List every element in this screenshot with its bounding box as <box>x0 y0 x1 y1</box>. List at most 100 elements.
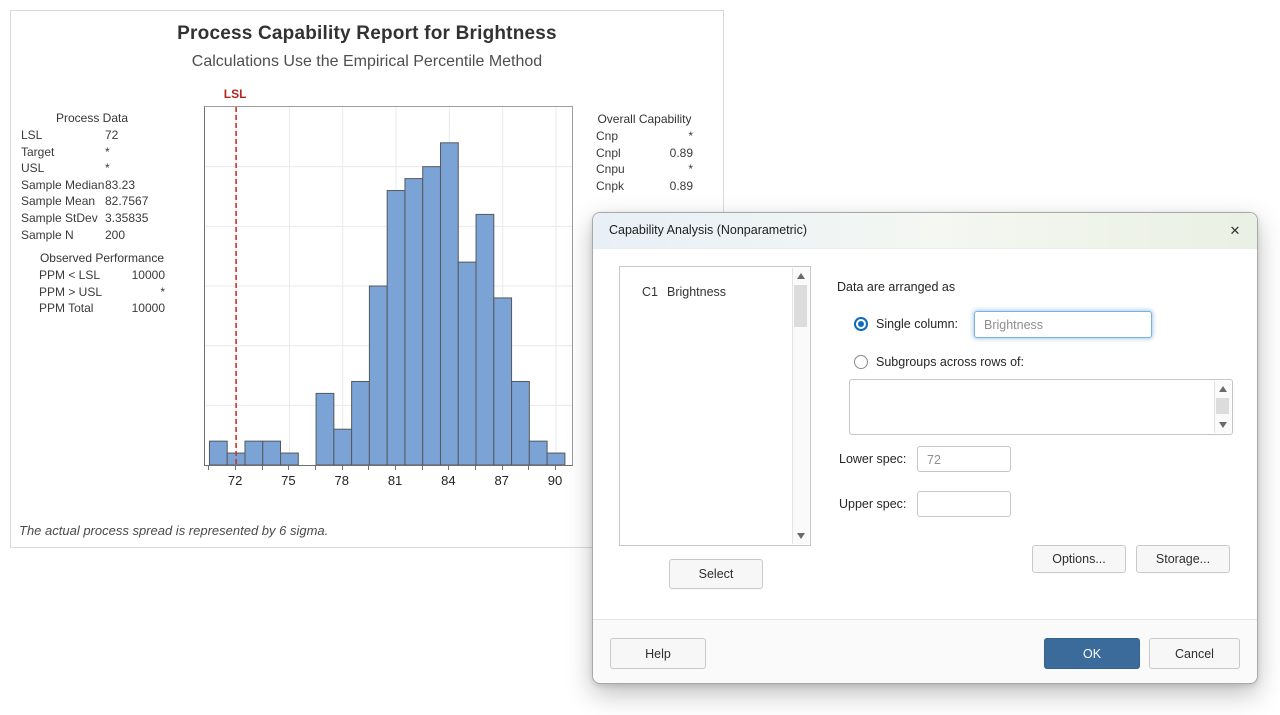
x-tick <box>555 465 556 470</box>
stat-value: 200 <box>105 227 163 244</box>
dialog-footer: Help OK Cancel <box>593 619 1257 683</box>
stat-label: Sample N <box>21 227 105 244</box>
stat-label: Sample Median <box>21 177 105 194</box>
select-button[interactable]: Select <box>669 559 763 589</box>
close-icon[interactable]: ✕ <box>1225 221 1245 241</box>
histogram-bar <box>405 179 423 465</box>
x-tick <box>342 465 343 470</box>
single-column-radio-row[interactable]: Single column: <box>854 317 958 331</box>
stat-value: 10000 <box>100 267 165 284</box>
column-listbox[interactable]: C1Brightness <box>619 266 811 546</box>
stat-row: Cnpk0.89 <box>596 178 693 195</box>
stat-value: * <box>618 128 693 145</box>
x-tick <box>475 465 476 470</box>
help-button[interactable]: Help <box>610 638 706 669</box>
stat-value: 3.35835 <box>105 210 163 227</box>
subgroups-input[interactable] <box>849 379 1233 435</box>
stat-label: USL <box>21 160 105 177</box>
options-button[interactable]: Options... <box>1032 545 1126 573</box>
overall-capability-table: Overall Capability Cnp*Cnpl0.89Cnpu*Cnpk… <box>596 111 693 194</box>
stat-row: Sample Mean82.7567 <box>21 193 163 210</box>
stat-row: Cnpl0.89 <box>596 145 693 162</box>
x-tick-label: 78 <box>328 473 356 488</box>
stat-row: LSL72 <box>21 127 163 144</box>
stat-label: Sample Mean <box>21 193 105 210</box>
observed-performance-rows: PPM < LSL10000PPM > USL*PPM Total10000 <box>39 267 165 317</box>
single-column-label[interactable]: Single column: <box>876 317 958 331</box>
report-subtitle: Calculations Use the Empirical Percentil… <box>11 53 723 71</box>
cancel-button[interactable]: Cancel <box>1149 638 1240 669</box>
x-tick <box>448 465 449 470</box>
x-tick <box>528 465 529 470</box>
scroll-up-icon[interactable] <box>793 268 809 284</box>
histogram-bar <box>494 298 512 465</box>
stat-value: 10000 <box>93 300 165 317</box>
listbox-scrollbar[interactable] <box>792 268 809 544</box>
lower-spec-input[interactable]: 72 <box>917 446 1011 472</box>
single-column-input[interactable]: Brightness <box>974 311 1152 338</box>
overall-capability-heading: Overall Capability <box>596 111 693 128</box>
stat-label: Target <box>21 144 105 161</box>
column-id: C1 <box>642 285 667 299</box>
upper-spec-input[interactable] <box>917 491 1011 517</box>
stat-value: 82.7567 <box>105 193 163 210</box>
stat-label: Sample StDev <box>21 210 105 227</box>
stat-value: * <box>105 160 163 177</box>
histogram-bar <box>245 441 263 465</box>
list-item[interactable]: C1Brightness <box>620 267 810 299</box>
dialog-titlebar[interactable]: Capability Analysis (Nonparametric) ✕ <box>593 213 1257 249</box>
storage-button[interactable]: Storage... <box>1136 545 1230 573</box>
histogram-chart: LSL 72757881848790 <box>204 84 608 508</box>
x-tick <box>502 465 503 470</box>
scroll-down-icon[interactable] <box>1215 417 1231 433</box>
subgroups-radio[interactable] <box>854 355 868 369</box>
stat-label: PPM > USL <box>39 284 102 301</box>
histogram-bar <box>387 191 405 465</box>
stat-label: LSL <box>21 127 105 144</box>
single-column-radio[interactable] <box>858 321 864 327</box>
scroll-down-icon[interactable] <box>793 528 809 544</box>
stat-row: Target* <box>21 144 163 161</box>
histogram-bar <box>369 286 387 465</box>
x-tick-label: 72 <box>221 473 249 488</box>
stat-row: Cnp* <box>596 128 693 145</box>
scrollbar-thumb[interactable] <box>1216 398 1229 414</box>
process-data-rows: LSL72Target*USL*Sample Median83.23Sample… <box>21 127 163 243</box>
histogram-plot <box>204 106 573 466</box>
x-tick <box>422 465 423 470</box>
ok-button[interactable]: OK <box>1044 638 1140 669</box>
overall-capability-rows: Cnp*Cnpl0.89Cnpu*Cnpk0.89 <box>596 128 693 194</box>
subgroups-radio-row[interactable]: Subgroups across rows of: <box>854 355 1024 369</box>
x-tick-label: 87 <box>488 473 516 488</box>
stat-label: PPM Total <box>39 300 93 317</box>
stat-value: * <box>102 284 165 301</box>
screen: Process Capability Report for Brightness… <box>0 0 1280 715</box>
scrollbar-thumb[interactable] <box>794 285 807 327</box>
stat-value: 83.23 <box>105 177 163 194</box>
subgroups-label[interactable]: Subgroups across rows of: <box>876 355 1024 369</box>
observed-performance-table: Observed Performance PPM < LSL10000PPM >… <box>39 250 165 317</box>
histogram-bar <box>281 453 299 465</box>
x-tick <box>395 465 396 470</box>
x-tick-label: 75 <box>274 473 302 488</box>
subgroups-scrollbar[interactable] <box>1214 381 1231 433</box>
histogram-bar <box>458 262 476 465</box>
report-footnote: The actual process spread is represented… <box>19 523 328 538</box>
dialog-title: Capability Analysis (Nonparametric) <box>593 213 1257 248</box>
histogram-bar <box>352 381 370 465</box>
x-tick <box>288 465 289 470</box>
process-data-heading: Process Data <box>21 110 163 127</box>
x-tick <box>235 465 236 470</box>
histogram-bar <box>423 167 441 465</box>
process-data-table: Process Data LSL72Target*USL*Sample Medi… <box>21 110 163 243</box>
histogram-bar <box>209 441 227 465</box>
histogram-bar <box>263 441 281 465</box>
stat-label: PPM < LSL <box>39 267 100 284</box>
stat-row: Sample Median83.23 <box>21 177 163 194</box>
stat-row: PPM Total10000 <box>39 300 165 317</box>
arranged-label: Data are arranged as <box>837 280 955 294</box>
histogram-bar <box>547 453 565 465</box>
histogram-bar <box>334 429 352 465</box>
scroll-up-icon[interactable] <box>1215 381 1231 397</box>
x-tick-label: 84 <box>434 473 462 488</box>
